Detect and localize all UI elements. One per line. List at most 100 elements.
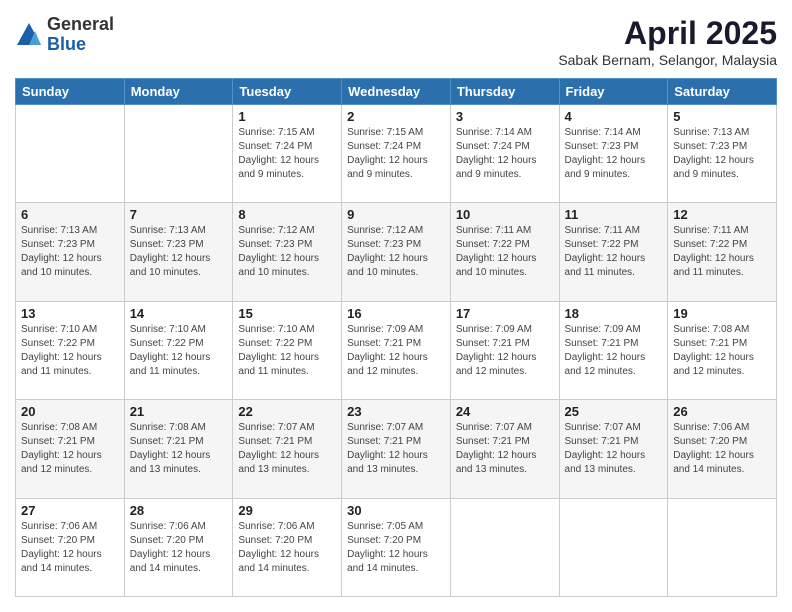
day-number: 10 [456, 207, 554, 222]
calendar-table: SundayMondayTuesdayWednesdayThursdayFrid… [15, 78, 777, 597]
day-header-thursday: Thursday [450, 79, 559, 105]
day-info: Sunrise: 7:11 AM Sunset: 7:22 PM Dayligh… [565, 224, 663, 280]
day-cell [450, 498, 559, 596]
day-info: Sunrise: 7:13 AM Sunset: 7:23 PM Dayligh… [130, 224, 228, 280]
day-info: Sunrise: 7:08 AM Sunset: 7:21 PM Dayligh… [21, 421, 119, 477]
week-row-1: 6 Sunrise: 7:13 AM Sunset: 7:23 PM Daylig… [16, 203, 777, 301]
day-cell [668, 498, 777, 596]
day-info: Sunrise: 7:10 AM Sunset: 7:22 PM Dayligh… [238, 323, 336, 379]
day-header-friday: Friday [559, 79, 668, 105]
day-info: Sunrise: 7:15 AM Sunset: 7:24 PM Dayligh… [238, 126, 336, 182]
day-number: 23 [347, 404, 445, 419]
day-number: 12 [673, 207, 771, 222]
day-cell: 1 Sunrise: 7:15 AM Sunset: 7:24 PM Daylig… [233, 105, 342, 203]
day-info: Sunrise: 7:09 AM Sunset: 7:21 PM Dayligh… [456, 323, 554, 379]
day-info: Sunrise: 7:09 AM Sunset: 7:21 PM Dayligh… [565, 323, 663, 379]
day-number: 11 [565, 207, 663, 222]
day-number: 30 [347, 503, 445, 518]
day-cell: 27Sunrise: 7:06 AM Sunset: 7:20 PM Dayli… [16, 498, 125, 596]
day-info: Sunrise: 7:10 AM Sunset: 7:22 PM Dayligh… [130, 323, 228, 379]
day-info: Sunrise: 7:12 AM Sunset: 7:23 PM Dayligh… [347, 224, 445, 280]
day-cell: 20 Sunrise: 7:08 AM Sunset: 7:21 PM Dayli… [16, 400, 125, 498]
day-cell: 22Sunrise: 7:07 AM Sunset: 7:21 PM Dayli… [233, 400, 342, 498]
day-number: 1 [238, 109, 336, 124]
day-cell: 8 Sunrise: 7:12 AM Sunset: 7:23 PM Daylig… [233, 203, 342, 301]
day-info: Sunrise: 7:06 AM Sunset: 7:20 PM Dayligh… [130, 520, 228, 576]
logo-icon [15, 21, 43, 49]
day-cell: 5 Sunrise: 7:13 AM Sunset: 7:23 PM Daylig… [668, 105, 777, 203]
day-cell: 10 Sunrise: 7:11 AM Sunset: 7:22 PM Dayli… [450, 203, 559, 301]
day-info: Sunrise: 7:08 AM Sunset: 7:21 PM Dayligh… [673, 323, 771, 379]
day-cell: 15Sunrise: 7:10 AM Sunset: 7:22 PM Dayli… [233, 301, 342, 399]
day-number: 24 [456, 404, 554, 419]
day-number: 28 [130, 503, 228, 518]
day-cell: 21 Sunrise: 7:08 AM Sunset: 7:21 PM Dayli… [124, 400, 233, 498]
logo-blue: Blue [47, 35, 114, 55]
day-header-tuesday: Tuesday [233, 79, 342, 105]
main-title: April 2025 [558, 15, 777, 52]
day-cell: 14 Sunrise: 7:10 AM Sunset: 7:22 PM Dayli… [124, 301, 233, 399]
day-info: Sunrise: 7:11 AM Sunset: 7:22 PM Dayligh… [673, 224, 771, 280]
day-cell: 13 Sunrise: 7:10 AM Sunset: 7:22 PM Dayli… [16, 301, 125, 399]
day-info: Sunrise: 7:15 AM Sunset: 7:24 PM Dayligh… [347, 126, 445, 182]
day-info: Sunrise: 7:07 AM Sunset: 7:21 PM Dayligh… [238, 421, 336, 477]
day-header-saturday: Saturday [668, 79, 777, 105]
day-number: 3 [456, 109, 554, 124]
day-info: Sunrise: 7:12 AM Sunset: 7:23 PM Dayligh… [238, 224, 336, 280]
day-number: 20 [21, 404, 119, 419]
day-cell: 17 Sunrise: 7:09 AM Sunset: 7:21 PM Dayli… [450, 301, 559, 399]
day-number: 7 [130, 207, 228, 222]
day-cell: 29Sunrise: 7:06 AM Sunset: 7:20 PM Dayli… [233, 498, 342, 596]
day-info: Sunrise: 7:06 AM Sunset: 7:20 PM Dayligh… [673, 421, 771, 477]
day-info: Sunrise: 7:13 AM Sunset: 7:23 PM Dayligh… [673, 126, 771, 182]
week-row-0: 1 Sunrise: 7:15 AM Sunset: 7:24 PM Daylig… [16, 105, 777, 203]
day-cell: 24 Sunrise: 7:07 AM Sunset: 7:21 PM Dayli… [450, 400, 559, 498]
day-info: Sunrise: 7:07 AM Sunset: 7:21 PM Dayligh… [456, 421, 554, 477]
day-header-monday: Monday [124, 79, 233, 105]
day-number: 4 [565, 109, 663, 124]
subtitle: Sabak Bernam, Selangor, Malaysia [558, 52, 777, 68]
day-number: 29 [238, 503, 336, 518]
day-cell: 6 Sunrise: 7:13 AM Sunset: 7:23 PM Daylig… [16, 203, 125, 301]
day-cell: 30 Sunrise: 7:05 AM Sunset: 7:20 PM Dayli… [342, 498, 451, 596]
day-info: Sunrise: 7:07 AM Sunset: 7:21 PM Dayligh… [565, 421, 663, 477]
day-number: 27 [21, 503, 119, 518]
day-cell: 3Sunrise: 7:14 AM Sunset: 7:24 PM Daylig… [450, 105, 559, 203]
day-info: Sunrise: 7:05 AM Sunset: 7:20 PM Dayligh… [347, 520, 445, 576]
title-block: April 2025 Sabak Bernam, Selangor, Malay… [558, 15, 777, 68]
day-cell: 16 Sunrise: 7:09 AM Sunset: 7:21 PM Dayli… [342, 301, 451, 399]
page: General Blue April 2025 Sabak Bernam, Se… [0, 0, 792, 612]
day-info: Sunrise: 7:11 AM Sunset: 7:22 PM Dayligh… [456, 224, 554, 280]
day-number: 14 [130, 306, 228, 321]
day-info: Sunrise: 7:14 AM Sunset: 7:23 PM Dayligh… [565, 126, 663, 182]
day-cell [559, 498, 668, 596]
day-info: Sunrise: 7:09 AM Sunset: 7:21 PM Dayligh… [347, 323, 445, 379]
day-number: 6 [21, 207, 119, 222]
day-cell: 9Sunrise: 7:12 AM Sunset: 7:23 PM Daylig… [342, 203, 451, 301]
day-number: 25 [565, 404, 663, 419]
day-number: 21 [130, 404, 228, 419]
day-cell: 2 Sunrise: 7:15 AM Sunset: 7:24 PM Daylig… [342, 105, 451, 203]
day-number: 18 [565, 306, 663, 321]
day-number: 16 [347, 306, 445, 321]
day-number: 13 [21, 306, 119, 321]
calendar-header: SundayMondayTuesdayWednesdayThursdayFrid… [16, 79, 777, 105]
day-number: 2 [347, 109, 445, 124]
logo: General Blue [15, 15, 114, 55]
week-row-4: 27 Sunrise: 7:06 AM Sunset: 7:20 PM Dayli… [16, 498, 777, 596]
day-info: Sunrise: 7:08 AM Sunset: 7:21 PM Dayligh… [130, 421, 228, 477]
day-info: Sunrise: 7:13 AM Sunset: 7:23 PM Dayligh… [21, 224, 119, 280]
day-cell: 12 Sunrise: 7:11 AM Sunset: 7:22 PM Dayli… [668, 203, 777, 301]
day-number: 5 [673, 109, 771, 124]
day-cell: 25 Sunrise: 7:07 AM Sunset: 7:21 PM Dayli… [559, 400, 668, 498]
day-cell: 7 Sunrise: 7:13 AM Sunset: 7:23 PM Daylig… [124, 203, 233, 301]
day-header-sunday: Sunday [16, 79, 125, 105]
day-number: 17 [456, 306, 554, 321]
day-info: Sunrise: 7:10 AM Sunset: 7:22 PM Dayligh… [21, 323, 119, 379]
logo-general: General [47, 15, 114, 35]
day-cell: 23Sunrise: 7:07 AM Sunset: 7:21 PM Dayli… [342, 400, 451, 498]
day-cell: 4 Sunrise: 7:14 AM Sunset: 7:23 PM Daylig… [559, 105, 668, 203]
calendar-body: 1 Sunrise: 7:15 AM Sunset: 7:24 PM Daylig… [16, 105, 777, 597]
day-number: 8 [238, 207, 336, 222]
week-row-2: 13 Sunrise: 7:10 AM Sunset: 7:22 PM Dayli… [16, 301, 777, 399]
